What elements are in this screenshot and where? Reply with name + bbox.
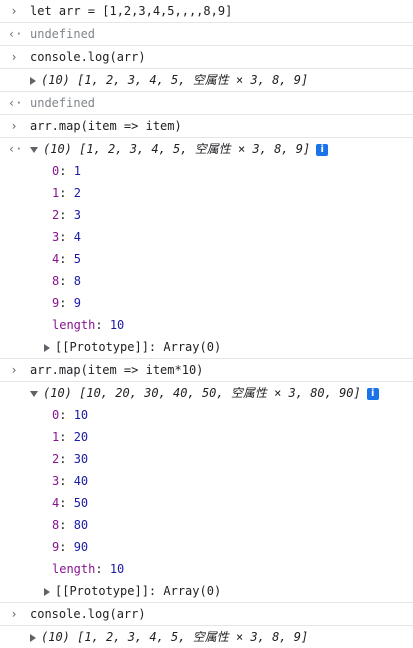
- item-value: 20: [73, 430, 89, 444]
- console-input-row[interactable]: › arr.map(item => item): [0, 115, 413, 138]
- chevron-right-icon: ›: [10, 607, 18, 621]
- prototype-row[interactable]: [[Prototype]]: Array(0): [0, 580, 413, 602]
- length-value: 10: [109, 318, 125, 332]
- chevron-right-icon: ›: [10, 4, 18, 18]
- console-result-expanded: (10) [10, 20, 30, 40, 50, 空属性 × 3, 80, 9…: [0, 382, 413, 603]
- item-value: 30: [73, 452, 89, 466]
- console-input-row[interactable]: › console.log(arr): [0, 46, 413, 69]
- chevron-right-icon: ›: [10, 363, 18, 377]
- item-value: 40: [73, 474, 89, 488]
- item-key: 9: [52, 540, 60, 554]
- info-icon[interactable]: i: [316, 143, 329, 156]
- console-log-row[interactable]: (10) [1, 2, 3, 4, 5, 空属性 × 3, 8, 9]: [0, 626, 413, 648]
- expand-triangle-icon[interactable]: [44, 587, 50, 596]
- expand-triangle-icon[interactable]: [30, 76, 36, 85]
- console-result-row: ‹· undefined: [0, 23, 413, 46]
- array-item: 1: 20: [52, 430, 89, 444]
- array-item: 2: 3: [52, 208, 81, 222]
- item-key: 8: [52, 518, 60, 532]
- item-key: 0: [52, 164, 60, 178]
- item-key: 2: [52, 208, 60, 222]
- return-arrow-icon: ‹·: [8, 142, 23, 156]
- collapse-triangle-icon[interactable]: [30, 390, 38, 397]
- item-value: 1: [73, 164, 81, 178]
- return-arrow-icon: ‹·: [8, 96, 23, 110]
- expand-triangle-icon[interactable]: [30, 633, 36, 642]
- console-result-value: undefined: [30, 27, 96, 41]
- console-input-row[interactable]: › arr.map(item => item*10): [0, 359, 413, 382]
- array-item: 8: 80: [52, 518, 89, 532]
- item-key: 4: [52, 252, 60, 266]
- console-log-row[interactable]: (10) [1, 2, 3, 4, 5, 空属性 × 3, 8, 9]: [0, 69, 413, 92]
- log-output[interactable]: (10) [1, 2, 3, 4, 5, 空属性 × 3, 8, 9]: [30, 626, 308, 648]
- item-key: 0: [52, 408, 60, 422]
- item-key: 9: [52, 296, 60, 310]
- prototype-label: [[Prototype]]: Array(0): [55, 340, 222, 354]
- array-summary: (10) [10, 20, 30, 40, 50, 空属性 × 3, 80, 9…: [43, 386, 361, 400]
- info-icon[interactable]: i: [366, 387, 379, 400]
- item-value: 4: [73, 230, 81, 244]
- prototype-row[interactable]: [[Prototype]]: Array(0): [0, 336, 413, 358]
- array-item: 3: 4: [52, 230, 81, 244]
- console-input-row[interactable]: › console.log(arr): [0, 603, 413, 626]
- item-key: 8: [52, 274, 60, 288]
- expand-triangle-icon[interactable]: [44, 343, 50, 352]
- array-summary: (10) [1, 2, 3, 4, 5, 空属性 × 3, 8, 9]: [41, 73, 309, 87]
- return-arrow-icon: ‹·: [8, 27, 23, 41]
- array-item: 0: 1: [52, 164, 81, 178]
- console-input-code[interactable]: let arr = [1,2,3,4,5,,,,8,9]: [30, 0, 232, 22]
- console-input-code[interactable]: arr.map(item => item*10): [30, 359, 203, 381]
- log-output[interactable]: (10) [1, 2, 3, 4, 5, 空属性 × 3, 8, 9]: [30, 69, 308, 91]
- prototype-label: [[Prototype]]: Array(0): [55, 584, 222, 598]
- console-result-row: ‹· undefined: [0, 92, 413, 115]
- item-value: 2: [73, 186, 81, 200]
- array-item: 4: 50: [52, 496, 89, 510]
- item-key: 2: [52, 452, 60, 466]
- length-value: 10: [109, 562, 125, 576]
- item-value: 9: [73, 296, 81, 310]
- item-key: 3: [52, 474, 60, 488]
- array-item: 9: 9: [52, 296, 81, 310]
- array-summary-toggle[interactable]: (10) [10, 20, 30, 40, 50, 空属性 × 3, 80, 9…: [30, 382, 379, 404]
- array-item: 1: 2: [52, 186, 81, 200]
- console-input-code[interactable]: console.log(arr): [30, 46, 146, 68]
- item-value: 90: [73, 540, 89, 554]
- item-key: 1: [52, 430, 60, 444]
- console-input-row[interactable]: › let arr = [1,2,3,4,5,,,,8,9]: [0, 0, 413, 23]
- item-value: 3: [73, 208, 81, 222]
- console-result-value: undefined: [30, 96, 96, 110]
- array-item: 9: 90: [52, 540, 89, 554]
- console-result-expanded: ‹· (10) [1, 2, 3, 4, 5, 空属性 × 3, 8, 9] i …: [0, 138, 413, 359]
- length-key: length: [52, 318, 96, 332]
- collapse-triangle-icon[interactable]: [30, 146, 38, 153]
- item-value: 50: [73, 496, 89, 510]
- array-item: 4: 5: [52, 252, 81, 266]
- array-length: length: 10: [52, 318, 125, 332]
- devtools-console: › let arr = [1,2,3,4,5,,,,8,9] ‹· undefi…: [0, 0, 413, 644]
- item-value: 10: [73, 408, 89, 422]
- array-item: 8: 8: [52, 274, 81, 288]
- chevron-right-icon: ›: [10, 50, 18, 64]
- array-item: 2: 30: [52, 452, 89, 466]
- item-value: 8: [73, 274, 81, 288]
- array-item: 3: 40: [52, 474, 89, 488]
- item-value: 80: [73, 518, 89, 532]
- length-key: length: [52, 562, 96, 576]
- array-item: 0: 10: [52, 408, 89, 422]
- array-summary: (10) [1, 2, 3, 4, 5, 空属性 × 3, 8, 9]: [43, 142, 311, 156]
- array-summary-toggle[interactable]: (10) [1, 2, 3, 4, 5, 空属性 × 3, 8, 9] i: [30, 138, 329, 160]
- array-length: length: 10: [52, 562, 125, 576]
- console-input-code[interactable]: arr.map(item => item): [30, 115, 182, 137]
- item-key: 4: [52, 496, 60, 510]
- chevron-right-icon: ›: [10, 119, 18, 133]
- item-key: 3: [52, 230, 60, 244]
- item-key: 1: [52, 186, 60, 200]
- array-summary: (10) [1, 2, 3, 4, 5, 空属性 × 3, 8, 9]: [41, 630, 309, 644]
- console-input-code[interactable]: console.log(arr): [30, 603, 146, 625]
- item-value: 5: [73, 252, 81, 266]
